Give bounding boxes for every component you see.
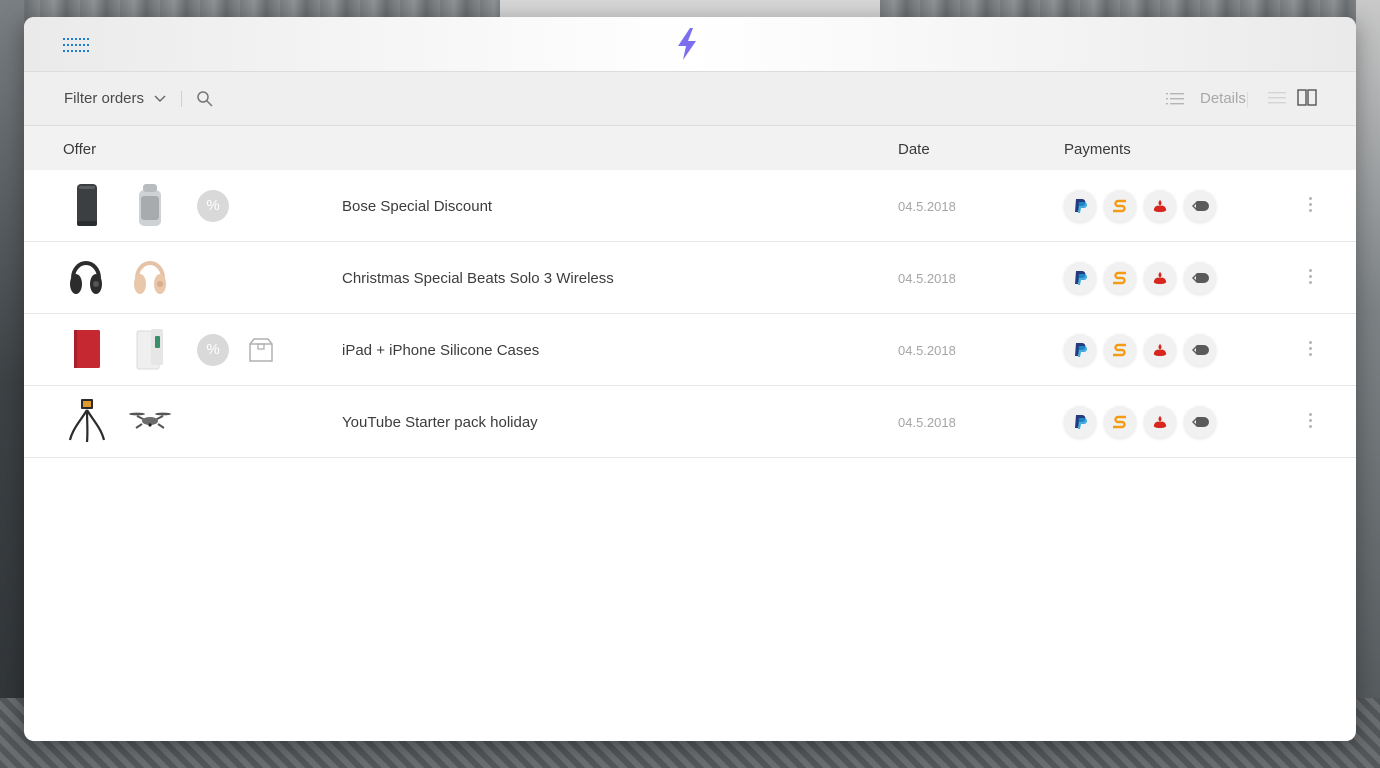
- app-grid-icon[interactable]: [63, 38, 89, 52]
- sofort-icon[interactable]: [1104, 334, 1136, 366]
- background-street-left: [0, 0, 24, 768]
- drone-thumbnail: [129, 412, 171, 429]
- offer-date: 04.5.2018: [898, 271, 956, 286]
- iphone-case-white-thumbnail: [136, 329, 163, 370]
- arrow-pay-icon[interactable]: [1184, 190, 1216, 222]
- toolbar-divider: [1247, 92, 1248, 108]
- table-row[interactable]: YouTube Starter pack holiday 04.5.2018: [24, 386, 1356, 458]
- santander-icon[interactable]: [1144, 262, 1176, 294]
- discount-badge: %: [197, 190, 229, 222]
- paypal-icon[interactable]: [1064, 262, 1096, 294]
- list-view-icon[interactable]: [1268, 90, 1286, 106]
- package-icon: [249, 338, 273, 362]
- lightning-logo-icon: [678, 28, 696, 60]
- speaker-silver-thumbnail: [139, 184, 161, 226]
- more-options-button[interactable]: [1304, 197, 1316, 215]
- toolbar: Filter orders Details: [24, 72, 1356, 126]
- background-sky: [500, 0, 880, 18]
- offer-date: 04.5.2018: [898, 415, 956, 430]
- table-row[interactable]: Christmas Special Beats Solo 3 Wireless …: [24, 242, 1356, 314]
- table-row[interactable]: % iPad + iPhone Silicone Cases 04.5.2018: [24, 314, 1356, 386]
- speaker-dark-thumbnail: [77, 184, 97, 226]
- list-details-icon: [1166, 92, 1184, 104]
- toolbar-divider: [181, 91, 182, 107]
- payments-column-header[interactable]: Payments: [1064, 141, 1131, 158]
- santander-icon[interactable]: [1144, 190, 1176, 222]
- split-view-icon[interactable]: [1297, 89, 1317, 107]
- details-label: Details: [1200, 90, 1246, 107]
- title-bar: [24, 17, 1356, 72]
- offer-date: 04.5.2018: [898, 199, 956, 214]
- date-column-header[interactable]: Date: [898, 141, 930, 158]
- offer-title: YouTube Starter pack holiday: [342, 414, 538, 431]
- sofort-icon[interactable]: [1104, 406, 1136, 438]
- table-header: Offer Date Payments: [24, 126, 1356, 170]
- filter-orders-dropdown[interactable]: Filter orders: [64, 90, 166, 107]
- search-icon[interactable]: [196, 90, 214, 108]
- offer-title: iPad + iPhone Silicone Cases: [342, 342, 540, 359]
- app-window: Filter orders Details Offer Date Payment…: [24, 17, 1356, 741]
- details-button[interactable]: Details: [1166, 90, 1246, 107]
- background-street-right: [1356, 0, 1380, 768]
- headphones-black-thumbnail: [70, 261, 102, 294]
- chevron-down-icon: [154, 95, 166, 102]
- arrow-pay-icon[interactable]: [1184, 262, 1216, 294]
- santander-icon[interactable]: [1144, 406, 1176, 438]
- sofort-icon[interactable]: [1104, 190, 1136, 222]
- more-options-button[interactable]: [1304, 341, 1316, 359]
- sofort-icon[interactable]: [1104, 262, 1136, 294]
- tripod-thumbnail: [68, 399, 106, 443]
- more-options-button[interactable]: [1304, 413, 1316, 431]
- headphones-gold-thumbnail: [134, 261, 166, 294]
- paypal-icon[interactable]: [1064, 334, 1096, 366]
- paypal-icon[interactable]: [1064, 190, 1096, 222]
- arrow-pay-icon[interactable]: [1184, 334, 1216, 366]
- table-row[interactable]: % Bose Special Discount 04.5.2018: [24, 170, 1356, 242]
- discount-badge: %: [197, 334, 229, 366]
- offer-column-header[interactable]: Offer: [63, 141, 96, 158]
- offer-date: 04.5.2018: [898, 343, 956, 358]
- arrow-pay-icon[interactable]: [1184, 406, 1216, 438]
- paypal-icon[interactable]: [1064, 406, 1096, 438]
- more-options-button[interactable]: [1304, 269, 1316, 287]
- offer-title: Bose Special Discount: [342, 198, 493, 215]
- ipad-case-red-thumbnail: [74, 330, 100, 368]
- filter-orders-label: Filter orders: [64, 90, 145, 107]
- offer-title: Christmas Special Beats Solo 3 Wireless: [342, 270, 614, 287]
- santander-icon[interactable]: [1144, 334, 1176, 366]
